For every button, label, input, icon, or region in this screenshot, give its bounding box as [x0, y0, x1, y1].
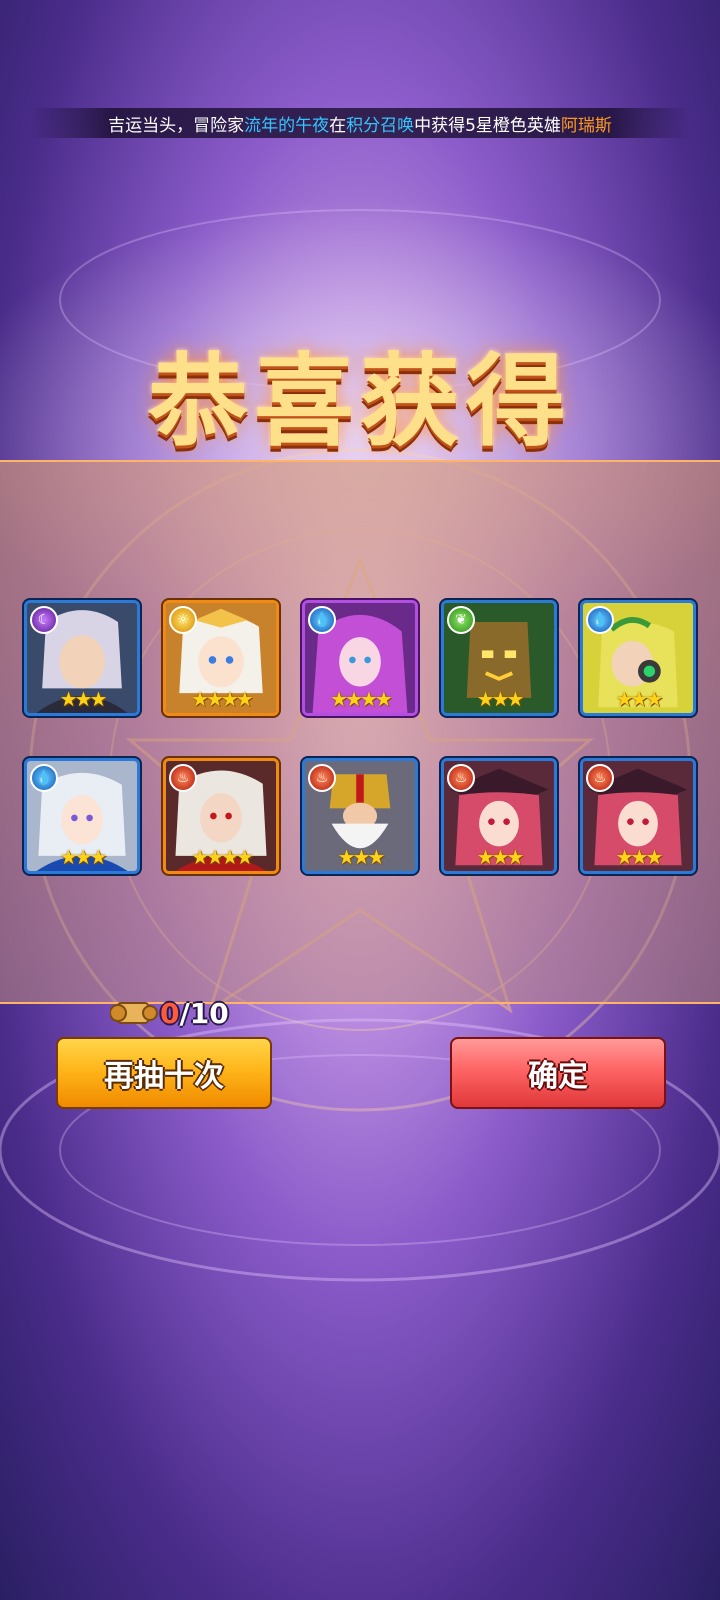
confirm-button[interactable]: 确定 [450, 1037, 666, 1109]
broadcast-text: 吉运当头，冒险家 [108, 115, 245, 136]
counter-current: 0 [160, 996, 180, 1030]
star-rating: ★★★★ [191, 845, 254, 869]
star-rating: ★★★ [59, 687, 108, 711]
star-rating: ★★★ [337, 845, 386, 869]
fire-element-icon: ♨ [447, 764, 475, 792]
star-rating: ★★★ [476, 687, 525, 711]
hero-card[interactable]: ♨ ★★★ [441, 758, 557, 874]
summon-again-button[interactable]: 再抽十次 [56, 1037, 272, 1109]
hero-card[interactable]: ♨ ★★★★ [163, 758, 279, 874]
shadow-element-icon: ☾ [30, 606, 58, 634]
broadcast-text: 中获得5星橙色英雄 [414, 115, 561, 136]
hero-card[interactable]: 💧 ★★★ [24, 758, 140, 874]
congrats-title: 恭喜获得 [148, 343, 572, 460]
hero-card[interactable]: ♨ ★★★ [302, 758, 418, 874]
hero-card[interactable]: 💧 ★★★ [580, 600, 696, 716]
broadcast-event-name: 积分召唤 [346, 115, 415, 136]
broadcast-hero-name: 阿瑞斯 [560, 115, 612, 136]
hero-card[interactable]: ♨ ★★★ [580, 758, 696, 874]
water-element-icon: 💧 [308, 606, 336, 634]
broadcast-player-name: 流年的午夜 [244, 115, 330, 136]
hero-card[interactable]: 💧 ★★★★ [302, 600, 418, 716]
hero-card[interactable]: ☼ ★★★★ [163, 600, 279, 716]
light-element-icon: ☼ [169, 606, 197, 634]
broadcast-text: 在 [329, 115, 347, 136]
fire-element-icon: ♨ [169, 764, 197, 792]
fire-element-icon: ♨ [308, 764, 336, 792]
hero-reward-grid: ☾ ★★★ ☼ ★★★★ 💧 ★★★★ ❦ ★★★ 💧 ★★★ 💧 ★★★ ♨ … [24, 600, 696, 874]
counter-total: /10 [179, 996, 229, 1030]
hero-card[interactable]: ❦ ★★★ [441, 600, 557, 716]
star-rating: ★★★ [476, 845, 525, 869]
summon-scroll-counter: 0/10 [110, 995, 229, 1031]
hero-card[interactable]: ☾ ★★★ [24, 600, 140, 716]
fire-element-icon: ♨ [586, 764, 614, 792]
star-rating: ★★★ [615, 845, 664, 869]
nature-element-icon: ❦ [447, 606, 475, 634]
water-element-icon: 💧 [586, 606, 614, 634]
summon-scroll-icon [110, 1002, 158, 1024]
star-rating: ★★★ [59, 845, 108, 869]
star-rating: ★★★★ [191, 687, 254, 711]
star-rating: ★★★ [615, 687, 664, 711]
water-element-icon: 💧 [30, 764, 58, 792]
broadcast-banner: 吉运当头，冒险家 流年的午夜在积分召唤 中获得5星橙色英雄 阿瑞斯 [30, 108, 690, 138]
star-rating: ★★★★ [330, 687, 393, 711]
